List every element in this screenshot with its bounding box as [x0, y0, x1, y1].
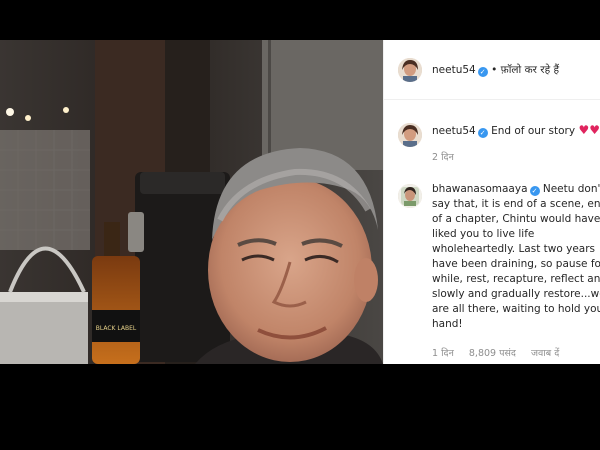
- following-status[interactable]: • फ़ॉलो कर रहे हैं: [491, 64, 559, 76]
- bottle-label-text: BLACK LABEL: [96, 325, 137, 332]
- photo-illustration: BLACK LABEL: [0, 40, 383, 364]
- comment-username[interactable]: bhawanasomaaya: [432, 183, 528, 195]
- post-header: neetu54 ✓ • फ़ॉलो कर रहे हैं: [384, 40, 600, 100]
- comment-line: wholeheartedly. Last two years: [432, 243, 596, 255]
- comment-line: slowly and gradually restore...we: [432, 288, 600, 300]
- comment-line: say that, it is end of a scene, end: [432, 198, 600, 210]
- verified-badge-icon: ✓: [477, 67, 488, 77]
- comment-line: are all there, waiting to hold your: [432, 303, 600, 315]
- top-black-bar: [0, 0, 600, 40]
- comment-avatar[interactable]: [398, 184, 422, 208]
- caption: neetu54 ✓ End of our story ♥♥: [432, 123, 600, 139]
- caption-text: End of our story: [491, 125, 576, 137]
- comment-meta: 1 दिन 8,809 पसंद जवाब दें: [432, 346, 571, 359]
- header-username[interactable]: neetu54: [432, 64, 476, 76]
- caption-username[interactable]: neetu54: [432, 125, 476, 137]
- heart-emoji-icon: ♥♥: [578, 123, 600, 137]
- bottom-black-bar: [0, 404, 600, 450]
- comment-avatar-image: [398, 184, 422, 208]
- avatar[interactable]: [398, 58, 422, 82]
- comment-line: have been draining, so pause for a: [432, 258, 600, 270]
- reply-button[interactable]: जवाब दें: [531, 348, 559, 359]
- post-photo[interactable]: BLACK LABEL: [0, 40, 383, 364]
- caption-avatar[interactable]: [398, 123, 422, 147]
- verified-badge-icon: ✓: [477, 128, 488, 138]
- comment: bhawanasomaaya ✓ Neetu don't say that, it…: [432, 182, 600, 332]
- instagram-post: BLACK LABEL neetu54 ✓ • फ़ॉलो कर रहे हैं…: [0, 40, 600, 364]
- post-side-panel: neetu54 ✓ • फ़ॉलो कर रहे हैं neetu54 ✓ End…: [383, 40, 600, 364]
- comment-line: hand!: [432, 318, 463, 330]
- comment-line: while, rest, recapture, reflect and: [432, 273, 600, 285]
- avatar-image: [398, 58, 422, 82]
- comment-time[interactable]: 1 दिन: [432, 348, 454, 359]
- header-line: neetu54 ✓ • फ़ॉलो कर रहे हैं: [432, 63, 559, 77]
- caption-meta: 2 दिन: [432, 150, 466, 163]
- comment-line: liked you to live life: [432, 228, 535, 240]
- comment-likes[interactable]: 8,809 पसंद: [469, 348, 516, 359]
- caption-avatar-image: [398, 123, 422, 147]
- caption-time[interactable]: 2 दिन: [432, 152, 454, 163]
- verified-badge-icon: ✓: [529, 186, 540, 196]
- comment-line: Neetu don't: [542, 183, 600, 195]
- comment-line: of a chapter, Chintu would have: [432, 213, 600, 225]
